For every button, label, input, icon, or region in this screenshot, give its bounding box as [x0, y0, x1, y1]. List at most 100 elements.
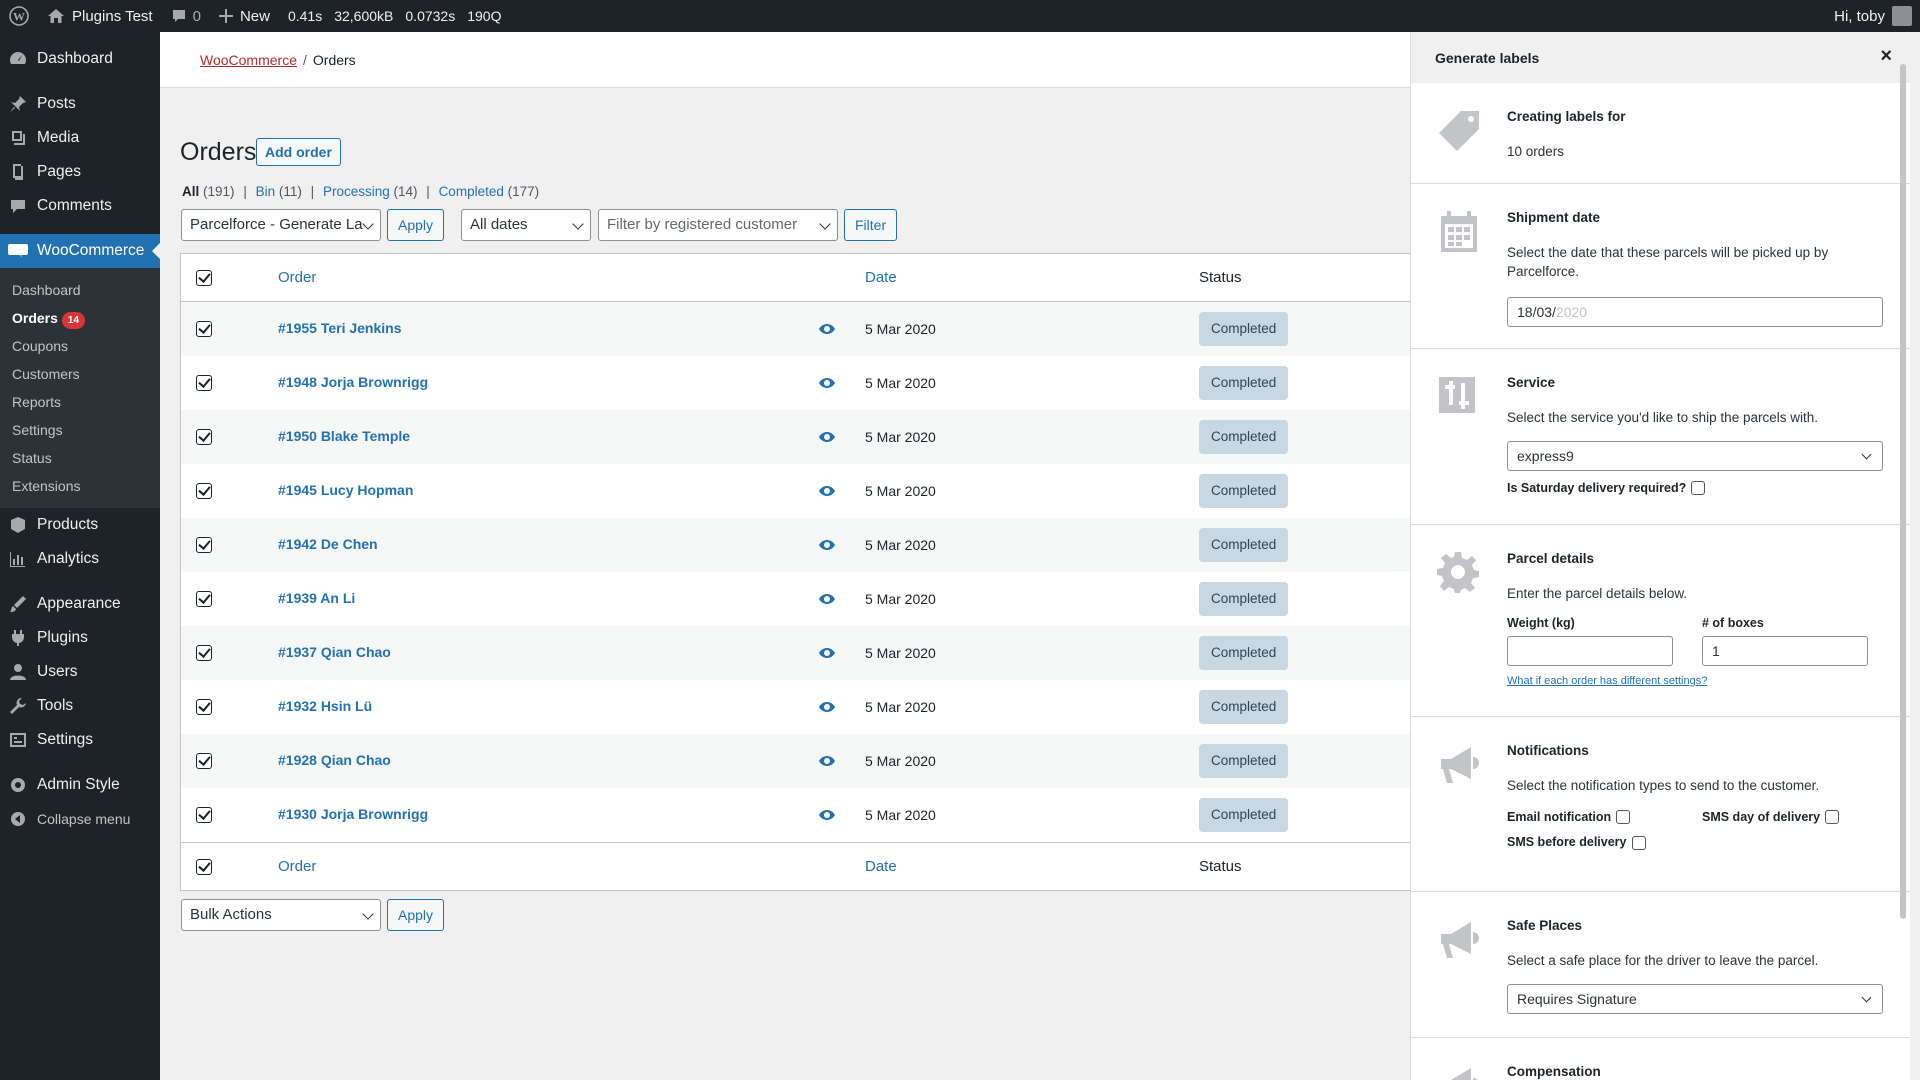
row-checkbox[interactable] [196, 429, 212, 445]
row-checkbox[interactable] [196, 807, 212, 823]
menu-woocommerce[interactable]: WooCommerce [0, 234, 160, 268]
preview-eye-icon[interactable] [819, 810, 835, 820]
panel-scrollbar[interactable] [1900, 64, 1906, 919]
apply-button-top[interactable]: Apply [387, 209, 445, 241]
different-settings-link[interactable]: What if each order has different setting… [1507, 675, 1886, 687]
table-row[interactable]: #1932 Hsin Lü 5 Mar 2020 Completed [181, 680, 1411, 734]
bulk-action-select-bottom[interactable]: Bulk Actions [181, 899, 381, 931]
menu-settings[interactable]: Settings [0, 723, 160, 757]
submenu-coupons[interactable]: Coupons [0, 332, 160, 360]
preview-eye-icon[interactable] [819, 486, 835, 496]
weight-input[interactable] [1507, 636, 1673, 666]
order-link[interactable]: #1945 Lucy Hopman [278, 482, 413, 498]
filter-processing[interactable]: Processing (14) [323, 184, 418, 199]
service-select[interactable]: express9 [1507, 441, 1883, 471]
bulk-action-select-top[interactable]: Parcelforce - Generate La [181, 209, 381, 241]
row-checkbox[interactable] [196, 699, 212, 715]
menu-plugins[interactable]: Plugins [0, 621, 160, 655]
table-row[interactable]: #1939 An Li 5 Mar 2020 Completed [181, 572, 1411, 626]
table-row[interactable]: #1928 Qian Chao 5 Mar 2020 Completed [181, 734, 1411, 788]
table-row[interactable]: #1930 Jorja Brownrigg 5 Mar 2020 Completed [181, 788, 1411, 842]
filter-completed[interactable]: Completed (177) [439, 184, 540, 199]
menu-tools[interactable]: Tools [0, 689, 160, 723]
preview-eye-icon[interactable] [819, 432, 835, 442]
row-checkbox[interactable] [196, 753, 212, 769]
close-icon[interactable]: × [1880, 46, 1892, 66]
table-row[interactable]: #1937 Qian Chao 5 Mar 2020 Completed [181, 626, 1411, 680]
menu-dashboard[interactable]: Dashboard [0, 42, 160, 76]
order-link[interactable]: #1948 Jorja Brownrigg [278, 374, 428, 390]
order-link[interactable]: #1942 De Chen [278, 536, 378, 552]
table-row[interactable]: #1955 Teri Jenkins 5 Mar 2020 Completed [181, 302, 1411, 356]
site-name-link[interactable]: Plugins Test [38, 0, 162, 32]
table-row[interactable]: #1950 Blake Temple 5 Mar 2020 Completed [181, 410, 1411, 464]
order-link[interactable]: #1955 Teri Jenkins [278, 320, 401, 336]
preview-eye-icon[interactable] [819, 594, 835, 604]
apply-button-bottom[interactable]: Apply [387, 899, 445, 931]
filter-bin[interactable]: Bin (11) [256, 184, 302, 199]
submenu-settings[interactable]: Settings [0, 416, 160, 444]
sort-order-column[interactable]: Order [278, 269, 316, 286]
row-checkbox[interactable] [196, 591, 212, 607]
preview-eye-icon[interactable] [819, 324, 835, 334]
menu-appearance[interactable]: Appearance [0, 587, 160, 621]
submenu-status[interactable]: Status [0, 444, 160, 472]
preview-eye-icon[interactable] [819, 540, 835, 550]
select-all-checkbox[interactable] [196, 269, 212, 286]
order-link[interactable]: #1939 An Li [278, 590, 355, 606]
row-checkbox[interactable] [196, 645, 212, 661]
preview-eye-icon[interactable] [819, 756, 835, 766]
saturday-delivery-checkbox[interactable] [1691, 481, 1706, 496]
menu-analytics[interactable]: Analytics [0, 542, 160, 576]
wordpress-logo-icon[interactable]: W [0, 0, 38, 32]
order-link[interactable]: #1937 Qian Chao [278, 644, 391, 660]
preview-eye-icon[interactable] [819, 378, 835, 388]
sms-day-checkbox[interactable] [1825, 810, 1840, 825]
new-content-link[interactable]: New [210, 0, 279, 32]
filter-all[interactable]: All (191) [182, 184, 235, 199]
query-monitor-stats[interactable]: 0.41s 32,600kB 0.0732s 190Q [279, 0, 511, 32]
sort-date-column[interactable]: Date [865, 269, 897, 286]
breadcrumb-woocommerce-link[interactable]: WooCommerce [200, 52, 297, 68]
sort-order-column-footer[interactable]: Order [278, 858, 316, 875]
safe-place-select[interactable]: Requires Signature [1507, 984, 1883, 1014]
email-notification-checkbox[interactable] [1616, 810, 1631, 825]
menu-admin-style[interactable]: Admin Style [0, 768, 160, 802]
sort-date-column-footer[interactable]: Date [865, 858, 897, 875]
menu-products[interactable]: Products [0, 508, 160, 542]
submenu-customers[interactable]: Customers [0, 360, 160, 388]
comments-link[interactable]: 0 [162, 0, 210, 32]
boxes-input[interactable]: 1 [1702, 636, 1868, 666]
sms-before-checkbox[interactable] [1631, 835, 1646, 850]
menu-media[interactable]: Media [0, 121, 160, 155]
table-row[interactable]: #1945 Lucy Hopman 5 Mar 2020 Completed [181, 464, 1411, 518]
date-filter-select[interactable]: All dates [461, 209, 591, 241]
order-link[interactable]: #1950 Blake Temple [278, 428, 410, 444]
order-link[interactable]: #1930 Jorja Brownrigg [278, 806, 428, 822]
order-link[interactable]: #1928 Qian Chao [278, 752, 391, 768]
shipment-date-input[interactable]: 18/03/2020 [1507, 297, 1883, 327]
row-checkbox[interactable] [196, 537, 212, 553]
filter-button[interactable]: Filter [844, 209, 898, 241]
select-all-checkbox-footer[interactable] [196, 858, 212, 875]
row-checkbox[interactable] [196, 483, 212, 499]
order-link[interactable]: #1932 Hsin Lü [278, 698, 372, 714]
preview-eye-icon[interactable] [819, 702, 835, 712]
menu-comments[interactable]: Comments [0, 189, 160, 223]
preview-eye-icon[interactable] [819, 648, 835, 658]
submenu-orders[interactable]: Orders 14 [0, 304, 160, 332]
my-account-link[interactable]: Hi, toby [1825, 0, 1920, 32]
submenu-dashboard[interactable]: Dashboard [0, 276, 160, 304]
row-checkbox[interactable] [196, 375, 212, 391]
customer-filter-select[interactable]: Filter by registered customer [598, 209, 838, 241]
menu-users[interactable]: Users [0, 655, 160, 689]
submenu-extensions[interactable]: Extensions [0, 472, 160, 500]
submenu-reports[interactable]: Reports [0, 388, 160, 416]
menu-pages[interactable]: Pages [0, 155, 160, 189]
table-row[interactable]: #1948 Jorja Brownrigg 5 Mar 2020 Completed [181, 356, 1411, 410]
add-order-button[interactable]: Add order [256, 138, 341, 166]
row-checkbox[interactable] [196, 321, 212, 337]
table-row[interactable]: #1942 De Chen 5 Mar 2020 Completed [181, 518, 1411, 572]
menu-posts[interactable]: Posts [0, 87, 160, 121]
collapse-menu-button[interactable]: Collapse menu [0, 802, 160, 836]
